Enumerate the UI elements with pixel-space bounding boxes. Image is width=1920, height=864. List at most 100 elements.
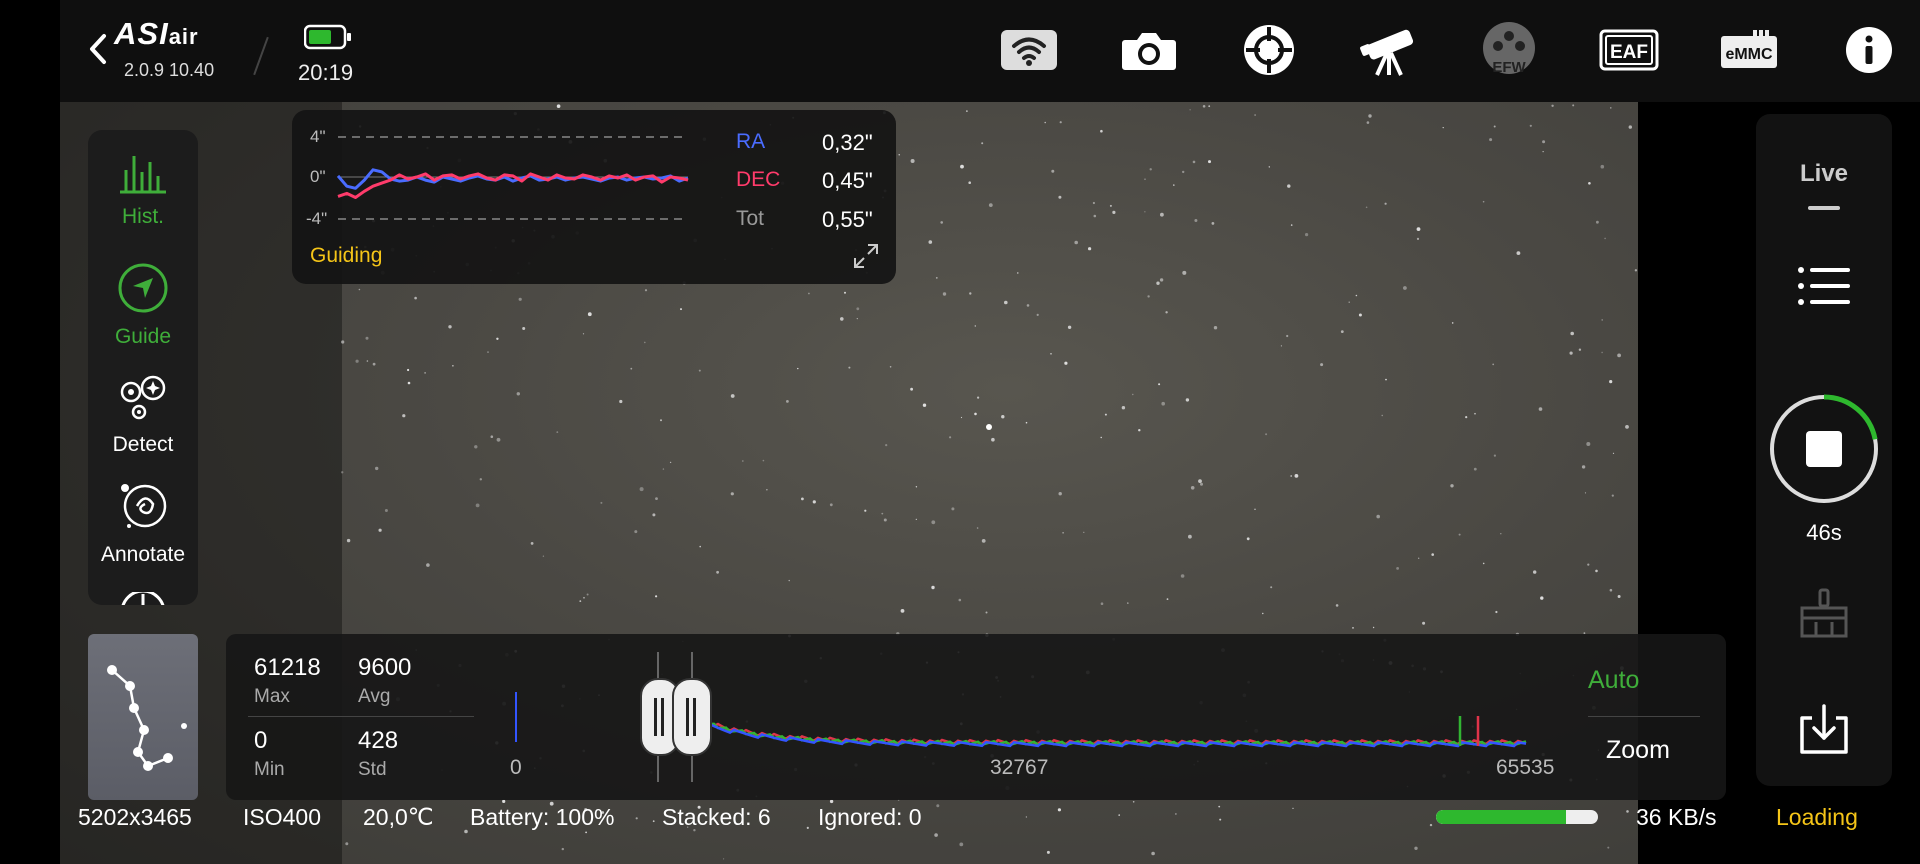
star: [1617, 353, 1621, 358]
histogram-white-handle[interactable]: [672, 678, 712, 756]
wifi-icon[interactable]: [999, 22, 1059, 78]
star: [587, 312, 592, 317]
star: [1320, 363, 1324, 367]
star: [928, 240, 933, 244]
star: [1482, 562, 1485, 565]
eaf-icon[interactable]: EAF: [1599, 22, 1659, 78]
star: [1188, 534, 1192, 539]
nav-item-detect[interactable]: Detect: [88, 374, 198, 457]
download-icon[interactable]: [1796, 702, 1852, 758]
nav-item-more[interactable]: [88, 589, 198, 605]
nav-label-hist: Hist.: [122, 205, 164, 228]
star: [1057, 808, 1061, 812]
star: [1600, 164, 1605, 169]
star: [1067, 325, 1072, 329]
nav-label-annotate: Annotate: [100, 543, 186, 566]
star: [1381, 414, 1383, 417]
auto-stretch-button[interactable]: Auto: [1588, 666, 1639, 695]
back-arrow-icon[interactable]: [84, 30, 110, 68]
star: [974, 412, 977, 416]
star: [1088, 247, 1092, 251]
star: [1194, 219, 1198, 222]
star: [522, 327, 526, 330]
star: [981, 539, 986, 543]
eaf-label: EAF: [1610, 42, 1648, 63]
efw-icon[interactable]: EFW: [1479, 22, 1539, 78]
zoom-button[interactable]: Zoom: [1606, 736, 1670, 765]
star: [502, 799, 506, 804]
star: [1192, 160, 1196, 164]
star: [1189, 109, 1191, 111]
guiding-panel[interactable]: 4" 0" -4" RA 0,32" DEC 0,45" Tot 0,55" G…: [292, 110, 896, 284]
star: [915, 518, 917, 521]
broom-icon[interactable]: [1796, 588, 1852, 640]
guide-scope-icon[interactable]: [1239, 22, 1299, 78]
nav-item-hist[interactable]: Hist.: [88, 152, 198, 229]
star: [808, 292, 810, 295]
star: [1246, 537, 1250, 541]
star: [1610, 107, 1612, 109]
star: [960, 416, 963, 419]
star: [898, 154, 900, 156]
star: [1604, 237, 1606, 240]
star: [959, 842, 964, 847]
star: [1416, 227, 1421, 232]
star: [1208, 160, 1211, 164]
star: [1160, 212, 1164, 217]
star: [1414, 846, 1418, 850]
camera-icon[interactable]: [1119, 22, 1179, 78]
star: [1202, 105, 1206, 108]
star: [883, 518, 887, 522]
star: [366, 360, 369, 362]
star: [1100, 602, 1104, 605]
star: [1118, 814, 1120, 816]
star: [1384, 202, 1387, 205]
list-icon[interactable]: [1796, 264, 1852, 310]
status-loading: Loading: [1776, 804, 1858, 830]
star: [812, 500, 816, 504]
star: [1218, 805, 1221, 808]
star: [1542, 140, 1546, 144]
star: [1083, 531, 1085, 533]
nav-item-annotate[interactable]: Annotate: [88, 480, 198, 567]
telescope-icon[interactable]: [1359, 22, 1419, 78]
star: [766, 489, 768, 491]
star: [829, 503, 833, 507]
star: [1050, 353, 1052, 355]
star: [530, 542, 534, 545]
star: [1104, 413, 1107, 416]
status-iso: ISO400: [243, 804, 321, 830]
constellation-thumbnail[interactable]: [88, 634, 198, 800]
star: [1335, 604, 1339, 607]
star: [797, 367, 799, 370]
histogram-panel: 61218 Max 9600 Avg 0 Min 428 Std 0 32767…: [226, 634, 1726, 800]
expand-icon[interactable]: [852, 242, 880, 270]
star: [936, 804, 940, 808]
battery-icon: [304, 24, 351, 50]
star: [1365, 206, 1368, 209]
star: [1149, 168, 1152, 171]
star: [1036, 313, 1039, 316]
star: [634, 530, 638, 534]
nav-item-guide[interactable]: Guide: [88, 262, 198, 349]
live-mode-label[interactable]: Live: [1756, 160, 1892, 188]
star: [448, 325, 452, 329]
star: [1492, 363, 1495, 366]
star: [1151, 851, 1155, 856]
stop-button[interactable]: [1767, 392, 1881, 506]
star: [652, 513, 656, 517]
star: [1294, 474, 1299, 478]
star: [958, 598, 962, 602]
star: [840, 317, 844, 321]
emmc-icon[interactable]: eMMC: [1719, 22, 1779, 78]
star: [660, 419, 662, 422]
star: [1062, 532, 1064, 534]
emmc-label: eMMC: [1725, 46, 1773, 63]
star: [1058, 492, 1062, 496]
star: [1254, 508, 1256, 510]
star: [1422, 621, 1426, 625]
info-icon[interactable]: [1839, 22, 1899, 78]
star: [723, 858, 725, 860]
star: [452, 365, 454, 367]
star: [1132, 801, 1135, 803]
